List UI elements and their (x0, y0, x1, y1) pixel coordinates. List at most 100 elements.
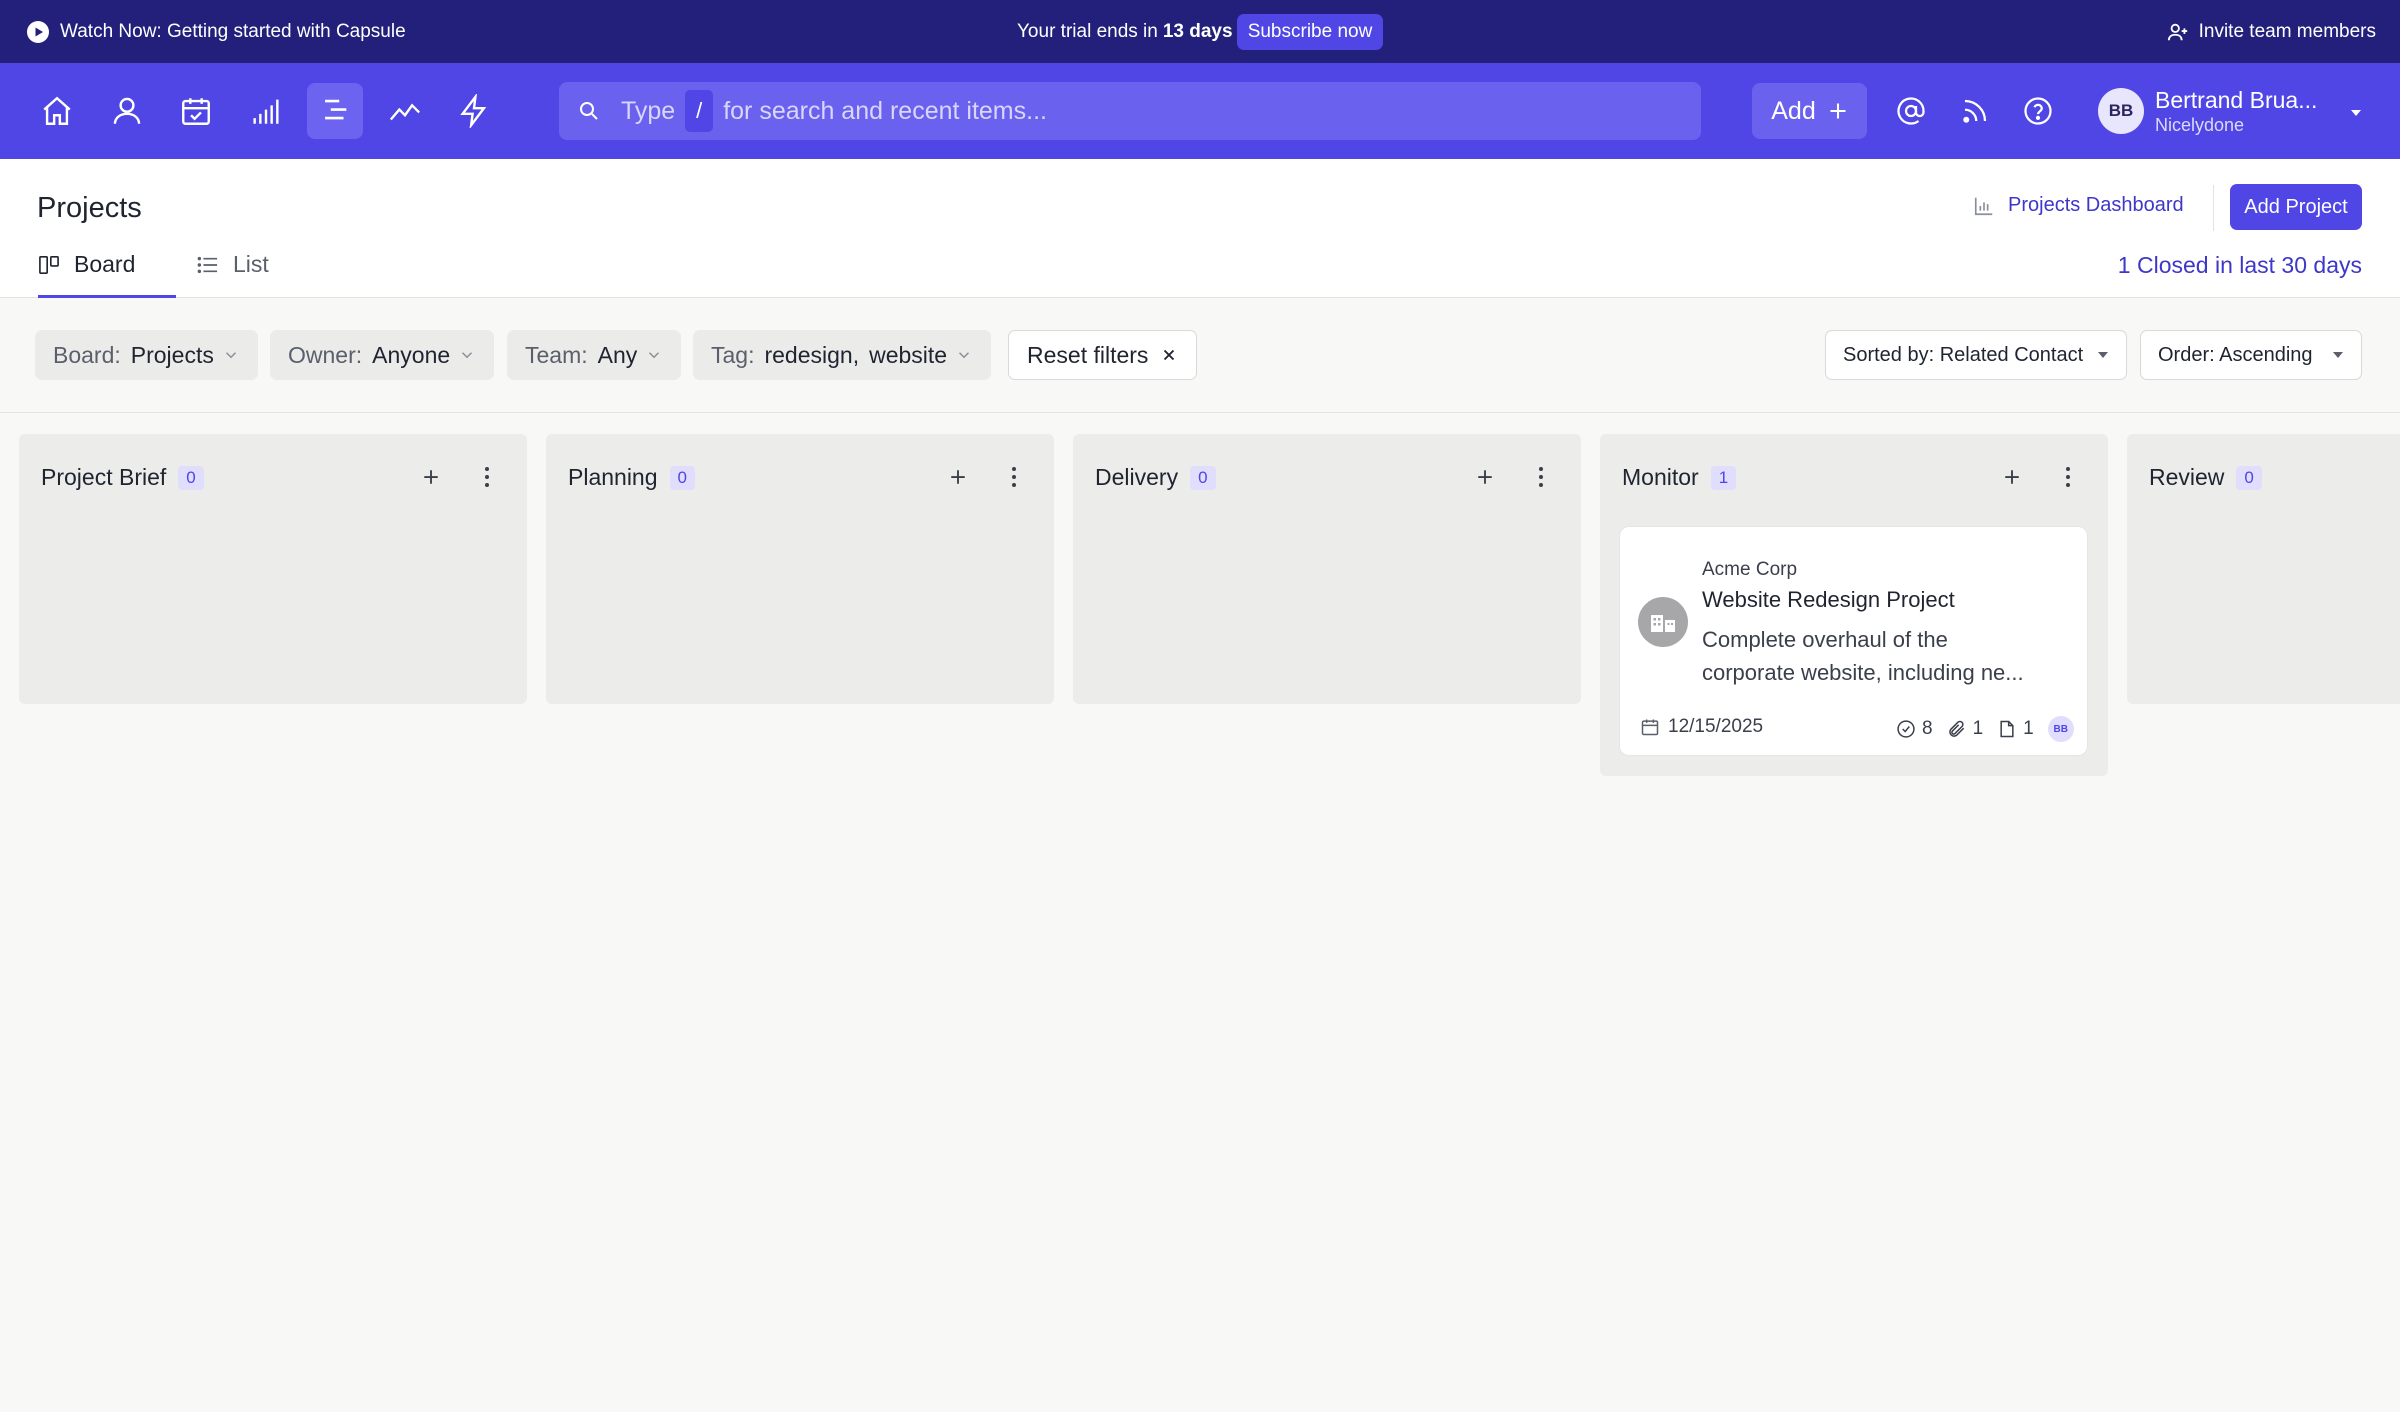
file-icon (2000, 720, 2014, 738)
order-select[interactable]: Order: Ascending (2140, 330, 2362, 380)
nav-workflow[interactable] (446, 83, 502, 139)
team-filter[interactable]: Team: Any (507, 330, 682, 380)
user-name[interactable]: Bertrand Brua... (2155, 87, 2317, 114)
invite-label: Invite team members (2198, 20, 2376, 42)
owner-filter-label: Owner: (288, 341, 363, 368)
column-menu-button[interactable] (1526, 462, 1556, 492)
filter-bar: Board: Projects Owner: Anyone Team: Any … (0, 298, 2400, 413)
column-title: Delivery (1095, 464, 1179, 490)
tab-list[interactable]: List (197, 251, 269, 298)
chart-icon (1974, 197, 1993, 215)
nav-sales[interactable] (238, 83, 294, 139)
search-input[interactable]: Type / for search and recent items... (559, 82, 1701, 140)
card-organization[interactable]: Acme Corp (1702, 559, 1797, 581)
team-filter-value: Any (597, 341, 638, 368)
column-count-badge: 0 (1190, 465, 1216, 490)
subscribe-button[interactable]: Subscribe now (1237, 14, 1383, 50)
more-vertical-icon (2066, 467, 2070, 487)
team-filter-label: Team: (525, 341, 588, 368)
tab-board[interactable]: Board (38, 251, 176, 298)
owner-filter[interactable]: Owner: Anyone (270, 330, 495, 380)
add-project-button[interactable]: Add Project (2230, 184, 2362, 230)
add-card-button[interactable] (1997, 462, 2027, 492)
nav-home[interactable] (29, 83, 85, 139)
help-button[interactable] (2018, 91, 2058, 131)
plus-icon (1830, 103, 1846, 119)
column-header: Monitor 1 (1622, 464, 1737, 491)
trial-notice: Your trial ends in 13 days (1017, 0, 1233, 63)
trend-icon (389, 103, 421, 121)
nav-reports[interactable] (377, 83, 433, 139)
tag-filter[interactable]: Tag: redesign, website (693, 330, 992, 380)
more-vertical-icon (1012, 467, 1016, 487)
add-button[interactable]: Add (1752, 83, 1867, 139)
project-card[interactable]: Acme Corp Website Redesign Project Compl… (1619, 526, 2088, 756)
feed-button[interactable] (1955, 91, 1995, 131)
tasks-count: 8 (1922, 718, 1933, 739)
board-filter[interactable]: Board: Projects (35, 330, 258, 380)
column-menu-button[interactable] (2053, 462, 2083, 492)
column-menu-button[interactable] (472, 462, 502, 492)
column-title: Review (2149, 464, 2225, 490)
nav-calendar[interactable] (168, 83, 224, 139)
card-date-value: 12/15/2025 (1668, 716, 1764, 737)
at-sign-icon (1897, 97, 1925, 125)
files-count: 1 (2023, 718, 2034, 739)
invite-team-button[interactable]: Invite team members (2167, 0, 2376, 63)
reset-filters-label: Reset filters (1027, 341, 1149, 368)
add-card-button[interactable] (943, 462, 973, 492)
help-icon (2024, 97, 2052, 125)
chevron-down-icon (225, 352, 236, 359)
card-owner-avatar[interactable]: BB (2047, 716, 2074, 742)
calendar-check-icon (182, 98, 210, 125)
mentions-button[interactable] (1891, 91, 1931, 131)
card-tasks: 8 (1896, 718, 1933, 740)
search-type-word: Type (621, 96, 676, 125)
caret-down-icon (2351, 110, 2361, 116)
add-card-button[interactable] (416, 462, 446, 492)
board-filter-label: Board: (53, 341, 121, 368)
board-filter-value: Projects (130, 341, 214, 368)
avatar[interactable]: BB (2098, 88, 2144, 134)
user-menu-caret[interactable] (2349, 105, 2363, 123)
column-menu-button[interactable] (999, 462, 1029, 492)
column-count-badge: 0 (2236, 465, 2262, 490)
search-placeholder: for search and recent items... (723, 96, 1047, 125)
card-due-date: 12/15/2025 (1640, 716, 1763, 738)
card-description: Complete overhaul of the corporate websi… (1702, 623, 2072, 689)
nav-contacts[interactable] (99, 83, 155, 139)
page-header: Projects Projects Dashboard Add Project … (0, 159, 2400, 298)
closed-projects-link[interactable]: 1 Closed in last 30 days (2118, 252, 2362, 279)
more-vertical-icon (485, 467, 489, 487)
home-icon (43, 96, 71, 125)
card-title[interactable]: Website Redesign Project (1702, 587, 1955, 613)
check-circle-icon (1897, 720, 1915, 738)
board-icon (39, 256, 59, 274)
column-header: Delivery 0 (1095, 464, 1216, 491)
trial-prefix: Your trial ends in (1017, 20, 1158, 42)
add-card-button[interactable] (1470, 462, 1500, 492)
plus-icon (1478, 470, 1492, 484)
projects-dashboard-link[interactable]: Projects Dashboard (1973, 194, 2184, 217)
paperclip-icon (1948, 720, 1964, 737)
nav-projects[interactable] (307, 83, 363, 139)
top-navigation: Type / for search and recent items... Ad… (0, 63, 2400, 159)
column-title: Monitor (1622, 464, 1699, 490)
card-files: 1 (1997, 718, 2034, 740)
tag-filter-value-2: website (869, 341, 948, 368)
chevron-down-icon (462, 352, 473, 359)
attachments-count: 1 (1972, 718, 1984, 739)
plus-icon (424, 470, 438, 484)
calendar-icon (1641, 719, 1659, 736)
person-icon (113, 97, 141, 124)
card-description-line: corporate website, including ne... (1702, 660, 2024, 685)
column-title: Project Brief (41, 464, 167, 490)
column-count-badge: 1 (1710, 465, 1737, 490)
sort-select[interactable]: Sorted by: Related Contact (1825, 330, 2127, 380)
board-column: Review 0 (2127, 434, 2400, 704)
reset-filters-button[interactable]: Reset filters (1008, 330, 1198, 380)
add-label: Add (1771, 96, 1816, 125)
building-icon (1651, 615, 1675, 632)
watch-now-link[interactable]: Watch Now: Getting started with Capsule (26, 0, 406, 63)
column-count-badge: 0 (178, 465, 204, 490)
